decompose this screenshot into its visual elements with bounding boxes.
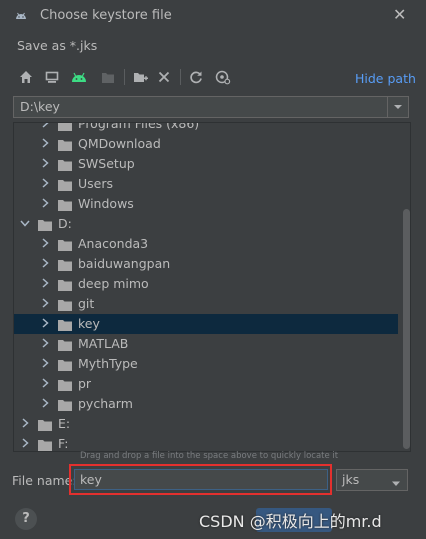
tree-row[interactable]: baiduwangpan xyxy=(14,254,398,274)
chevron-right-icon[interactable] xyxy=(40,176,50,193)
folder-icon xyxy=(58,159,72,171)
chevron-right-icon[interactable] xyxy=(40,336,50,353)
home-icon[interactable] xyxy=(16,66,36,88)
folder-icon xyxy=(58,279,72,291)
folder-icon xyxy=(58,239,72,251)
chevron-right-icon[interactable] xyxy=(40,156,50,173)
tree-row[interactable]: deep mimo xyxy=(14,274,398,294)
tree-row-label: MATLAB xyxy=(78,336,129,351)
chevron-right-icon[interactable] xyxy=(40,236,50,253)
tree-row[interactable]: key xyxy=(14,314,398,334)
tree-row[interactable]: Windows xyxy=(14,194,398,214)
android-icon[interactable] xyxy=(68,66,90,88)
tree-row[interactable]: MATLAB xyxy=(14,334,398,354)
tree-row-label: Anaconda3 xyxy=(78,236,149,251)
chevron-right-icon[interactable] xyxy=(40,316,50,333)
tree-row-label: Program Files (x86) xyxy=(78,122,200,131)
chevron-right-icon[interactable] xyxy=(20,436,30,451)
new-folder-icon[interactable] xyxy=(130,66,150,88)
hide-path-link[interactable]: Hide path xyxy=(355,71,416,86)
chevron-down-icon[interactable] xyxy=(20,216,30,233)
folder-icon xyxy=(58,379,72,391)
show-hidden-icon[interactable] xyxy=(212,66,234,88)
tree-row[interactable]: Program Files (x86) xyxy=(14,122,398,134)
chevron-right-icon[interactable] xyxy=(20,416,30,433)
tree-row[interactable]: D: xyxy=(14,214,398,234)
tree-row-label: D: xyxy=(58,216,72,231)
tree-row-label: SWSetup xyxy=(78,156,135,171)
delete-icon[interactable] xyxy=(154,66,174,88)
drag-drop-hint: Drag and drop a file into the space abov… xyxy=(80,451,339,461)
folder-icon xyxy=(58,339,72,351)
tree-row[interactable]: pr xyxy=(14,374,398,394)
folder-icon xyxy=(58,199,72,211)
chevron-down-icon[interactable] xyxy=(387,97,408,117)
refresh-icon[interactable] xyxy=(186,66,206,88)
folder-icon xyxy=(58,139,72,151)
tree-row[interactable]: git xyxy=(14,294,398,314)
folder-icon xyxy=(38,419,52,431)
tree-row[interactable]: MythType xyxy=(14,354,398,374)
folder-icon xyxy=(58,299,72,311)
tree-row-label: pycharm xyxy=(78,396,133,411)
tree-row-label: Users xyxy=(78,176,114,191)
chevron-right-icon[interactable] xyxy=(40,356,50,373)
chevron-right-icon[interactable] xyxy=(40,123,50,133)
toolbar-separator xyxy=(180,69,181,85)
tree-row[interactable]: Users xyxy=(14,174,398,194)
file-name-label: File name: xyxy=(12,473,77,488)
dialog-subtitle: Save as *.jks xyxy=(17,38,98,53)
tree-row[interactable]: QMDownload xyxy=(14,134,398,154)
extension-select[interactable]: jks xyxy=(336,469,408,491)
path-value: D:\key xyxy=(20,99,60,114)
tree-row-label: deep mimo xyxy=(78,276,149,291)
tree-row-label: key xyxy=(78,316,100,331)
tree-row-label: F: xyxy=(58,436,69,451)
extension-value: jks xyxy=(342,472,360,487)
window-title: Choose keystore file xyxy=(40,8,172,23)
tree-row-label: E: xyxy=(58,416,71,431)
folder-icon xyxy=(38,439,52,451)
folder-icon xyxy=(58,319,72,331)
file-tree[interactable]: Program Files (x86) QMDownload SWSetup User… xyxy=(13,122,411,452)
folder-icon xyxy=(38,219,52,231)
help-button[interactable]: ? xyxy=(15,508,37,530)
tree-row-label: pr xyxy=(78,376,92,391)
file-name-input[interactable] xyxy=(74,469,328,490)
new-folder-disabled-icon xyxy=(98,66,118,88)
chevron-right-icon[interactable] xyxy=(40,296,50,313)
path-combobox[interactable]: D:\key xyxy=(13,96,409,118)
desktop-icon[interactable] xyxy=(42,66,62,88)
tree-row[interactable]: F: xyxy=(14,434,398,451)
chevron-right-icon[interactable] xyxy=(40,376,50,393)
toolbar xyxy=(14,66,414,90)
chevron-right-icon[interactable] xyxy=(40,396,50,413)
tree-row-label: QMDownload xyxy=(78,136,161,151)
tree-row[interactable]: SWSetup xyxy=(14,154,398,174)
toolbar-separator xyxy=(124,69,125,85)
tree-row-label: baiduwangpan xyxy=(78,256,171,271)
folder-icon xyxy=(58,123,72,131)
tree-row-label: Windows xyxy=(78,196,134,211)
folder-icon xyxy=(58,179,72,191)
tree-row-label: git xyxy=(78,296,95,311)
watermark: CSDN @积极向上的mr.d xyxy=(199,512,382,531)
tree-row[interactable]: Anaconda3 xyxy=(14,234,398,254)
folder-icon xyxy=(58,259,72,271)
folder-icon xyxy=(58,359,72,371)
scrollbar-thumb[interactable] xyxy=(403,209,410,449)
tree-row-label: MythType xyxy=(78,356,138,371)
close-icon[interactable]: ✕ xyxy=(393,5,406,24)
android-studio-icon xyxy=(16,12,26,19)
title-bar: Choose keystore file ✕ xyxy=(0,0,426,32)
chevron-right-icon[interactable] xyxy=(40,256,50,273)
chevron-down-icon xyxy=(391,476,401,491)
chevron-right-icon[interactable] xyxy=(40,196,50,213)
tree-row[interactable]: E: xyxy=(14,414,398,434)
chevron-right-icon[interactable] xyxy=(40,136,50,153)
tree-row[interactable]: pycharm xyxy=(14,394,398,414)
folder-icon xyxy=(58,399,72,411)
chevron-right-icon[interactable] xyxy=(40,276,50,293)
